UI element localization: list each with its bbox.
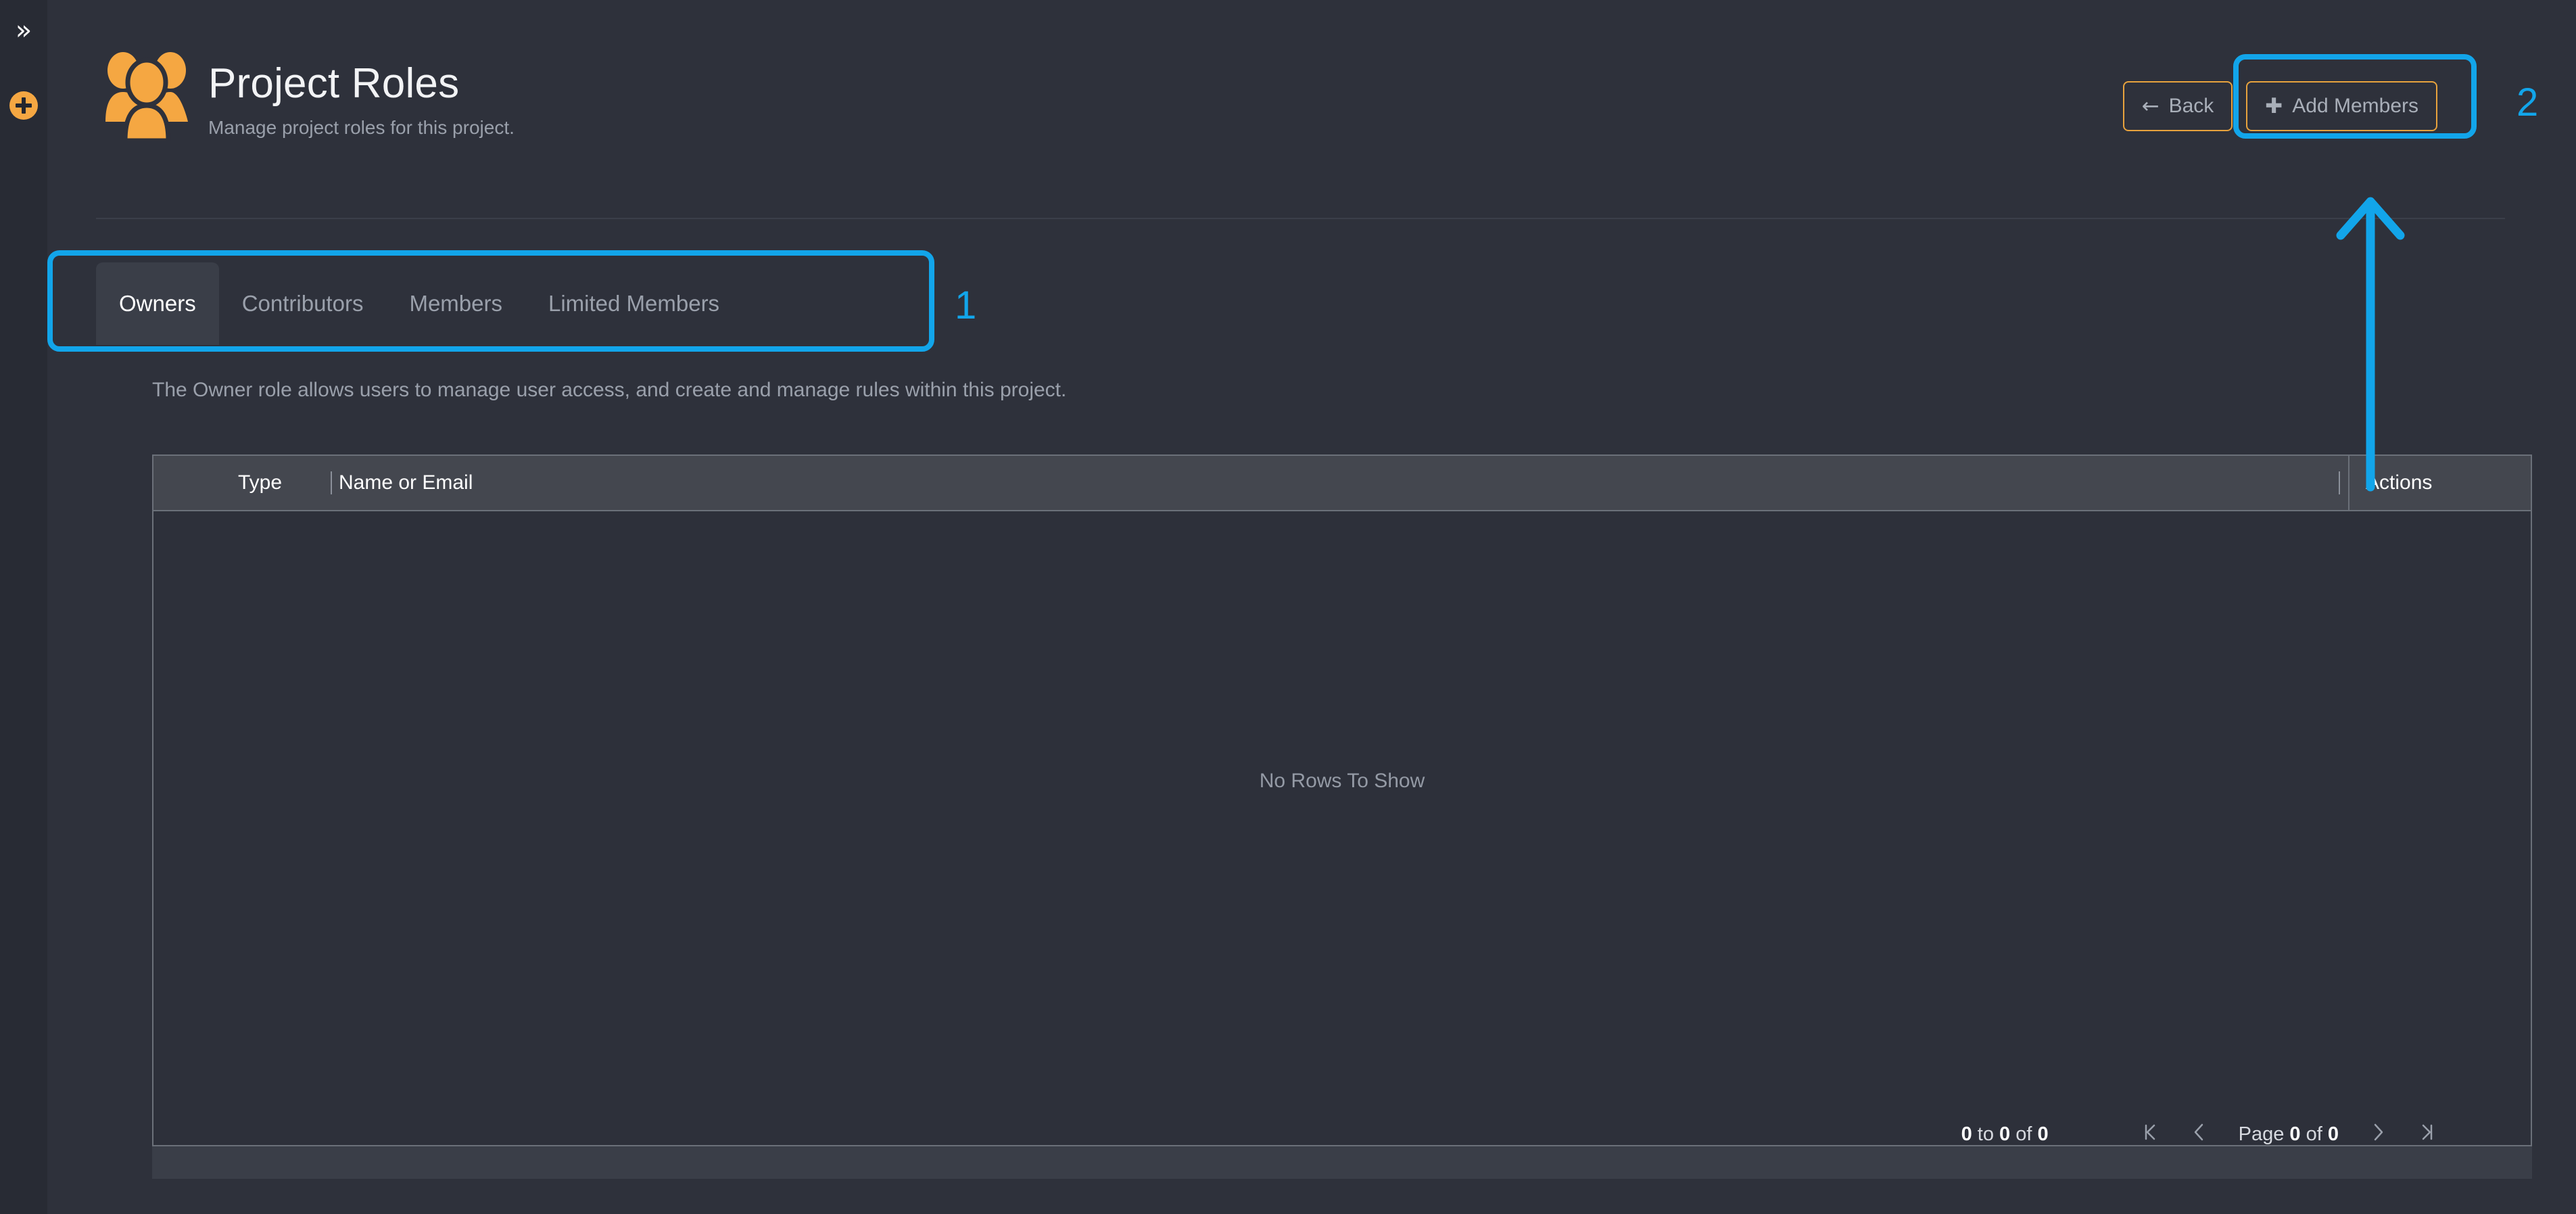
column-resize-handle[interactable] (331, 471, 332, 494)
column-header-type[interactable]: Type (238, 456, 282, 510)
members-grid: Type Name or Email Actions No Rows To Sh… (152, 454, 2532, 1146)
back-button[interactable]: ← Back (2122, 81, 2233, 131)
grid-body: No Rows To Show (153, 511, 2531, 1105)
chevron-double-right-icon[interactable]: » (8, 15, 39, 46)
people-group-icon (96, 47, 197, 143)
annotation-marker-2: 2 (2517, 80, 2539, 124)
grid-header-row: Type Name or Email Actions (153, 456, 2531, 511)
tab-owners-label: Owners (119, 291, 196, 316)
role-description: The Owner role allows users to manage us… (152, 379, 1067, 401)
tab-members-label: Members (409, 291, 502, 316)
pagination-page-of-word: of (2306, 1123, 2322, 1145)
pagination-range-total: 0 (2037, 1123, 2049, 1145)
next-page-button[interactable] (2354, 1121, 2402, 1148)
header-divider (96, 218, 2505, 219)
plus-circle-icon[interactable] (9, 91, 38, 120)
add-members-button[interactable]: ✚ Add Members (2246, 81, 2437, 131)
column-header-name-or-email[interactable]: Name or Email (339, 456, 473, 510)
pagination-range-from: 0 (1961, 1123, 1972, 1145)
pagination-range-of-word: of (2016, 1123, 2032, 1145)
back-button-label: Back (2168, 95, 2214, 117)
grid-footer: 0 to 0 of 0 Page 0 of 0 (152, 1123, 2532, 1179)
column-resize-handle-2[interactable] (2339, 471, 2340, 494)
add-members-button-label: Add Members (2292, 95, 2418, 117)
header-actions: ← Back ✚ Add Members (2122, 81, 2437, 131)
pagination: 0 to 0 of 0 Page 0 of 0 (1961, 1121, 2451, 1148)
app-root: » Project Roles Manage project roles for… (0, 0, 2576, 1214)
tab-limited-members-label: Limited Members (548, 291, 720, 316)
pagination-page-total: 0 (2327, 1123, 2339, 1145)
column-divider (2348, 456, 2350, 510)
tab-contributors-label: Contributors (241, 291, 364, 316)
tab-limited-members[interactable]: Limited Members (525, 262, 742, 345)
last-page-button[interactable] (2402, 1121, 2451, 1148)
page-header: Project Roles Manage project roles for t… (54, 0, 2505, 219)
page-subtitle: Manage project roles for this project. (208, 117, 515, 138)
pagination-range-to-word: to (1977, 1123, 1994, 1145)
pagination-page-word: Page (2238, 1123, 2285, 1145)
page-branding: Project Roles Manage project roles for t… (96, 47, 515, 143)
previous-page-button[interactable] (2175, 1121, 2224, 1148)
left-rail: » (0, 0, 47, 1214)
main-panel: Project Roles Manage project roles for t… (54, 0, 2532, 1179)
pagination-range: 0 to 0 of 0 (1961, 1123, 2049, 1146)
page-title-block: Project Roles Manage project roles for t… (208, 47, 515, 139)
pagination-range-to: 0 (1999, 1123, 2011, 1145)
pagination-page-indicator: Page 0 of 0 (2239, 1123, 2339, 1146)
plus-icon: ✚ (2265, 93, 2283, 118)
role-tabs: Owners Contributors Members Limited Memb… (96, 262, 2505, 345)
page-title: Project Roles (208, 60, 460, 107)
tab-owners[interactable]: Owners (96, 262, 219, 345)
pagination-page-current: 0 (2289, 1123, 2301, 1145)
no-rows-overlay: No Rows To Show (1259, 770, 1425, 792)
first-page-button[interactable] (2126, 1121, 2175, 1148)
column-header-actions[interactable]: Actions (2366, 456, 2432, 510)
arrow-left-icon: ← (2141, 93, 2160, 118)
tab-members[interactable]: Members (386, 262, 525, 345)
tab-contributors[interactable]: Contributors (219, 262, 387, 345)
